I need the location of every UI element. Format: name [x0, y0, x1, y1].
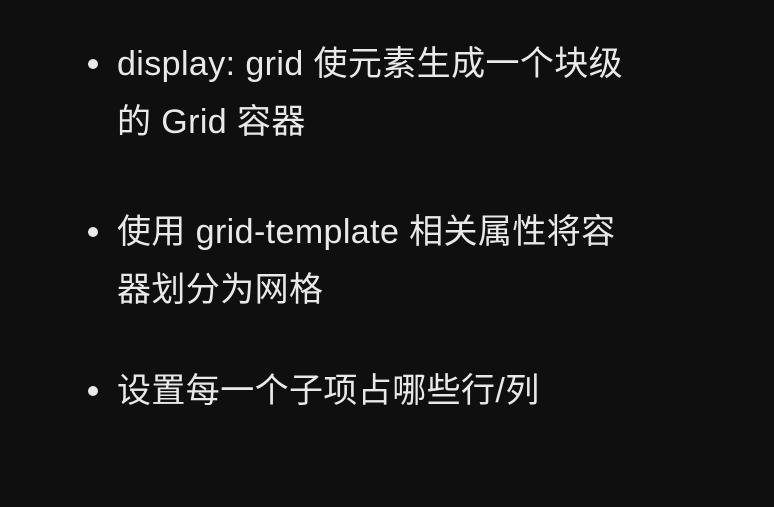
bullet-dot-icon	[88, 386, 98, 396]
slide: display: grid 使元素生成一个块级 的 Grid 容器 使用 gri…	[0, 0, 774, 507]
bullet-text: display: grid 使元素生成一个块级 的 Grid 容器	[117, 45, 624, 141]
bullet-dot-icon	[88, 227, 98, 237]
bullet-text: 设置每一个子项占哪些行/列	[117, 372, 540, 410]
bullet-dot-icon	[88, 59, 98, 69]
bullet-text: 使用 grid-template 相关属性将容 器划分为网格	[117, 213, 616, 309]
